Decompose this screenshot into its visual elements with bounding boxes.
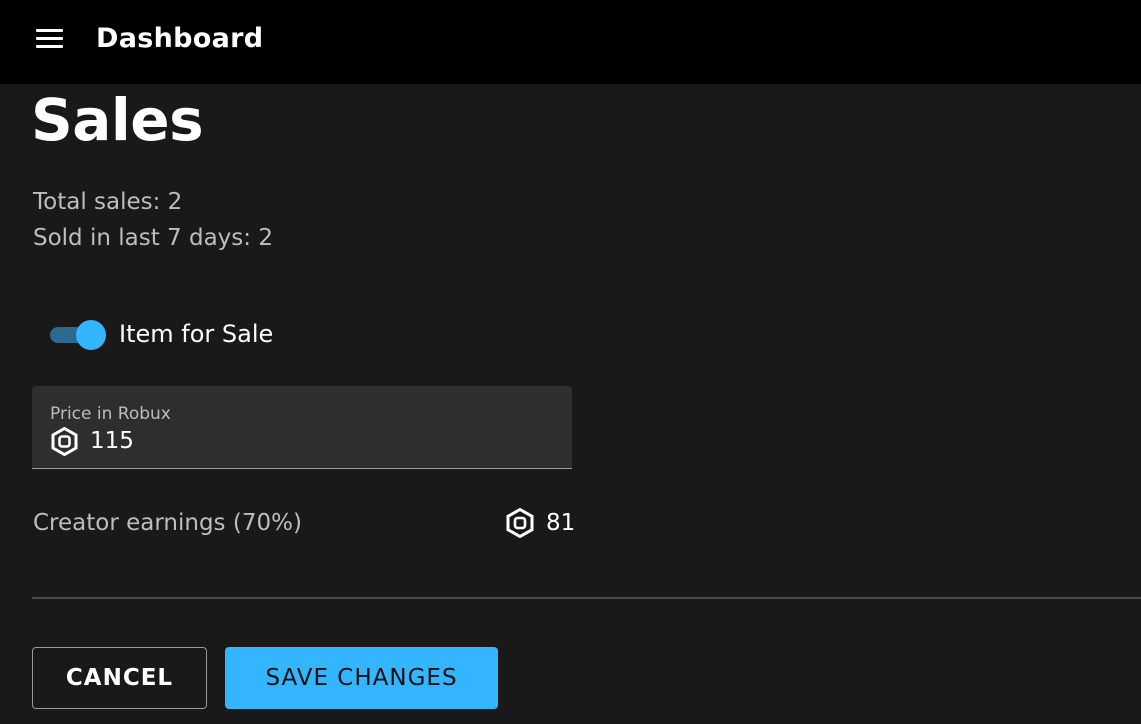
robux-icon xyxy=(51,427,78,456)
total-sales-text: Total sales: 2 xyxy=(33,189,183,215)
toggle-thumb xyxy=(76,320,106,350)
creator-earnings-value: 81 xyxy=(546,510,576,536)
top-bar: Dashboard xyxy=(0,0,1141,84)
item-for-sale-toggle[interactable] xyxy=(50,319,108,350)
sold-last-7-days-text: Sold in last 7 days: 2 xyxy=(33,225,273,251)
page-title: Sales xyxy=(31,86,204,154)
price-input-field[interactable]: Price in Robux 115 xyxy=(32,386,572,469)
dashboard-title[interactable]: Dashboard xyxy=(96,22,263,56)
price-field-label: Price in Robux xyxy=(50,404,171,424)
save-changes-button[interactable]: SAVE CHANGES xyxy=(225,647,498,709)
robux-icon xyxy=(506,508,534,538)
price-input-value[interactable]: 115 xyxy=(90,426,134,456)
item-for-sale-label: Item for Sale xyxy=(119,320,274,348)
creator-earnings-label: Creator earnings (70%) xyxy=(33,510,302,536)
section-divider xyxy=(32,597,1141,599)
cancel-button[interactable]: CANCEL xyxy=(32,647,207,709)
hamburger-menu-icon[interactable] xyxy=(35,27,65,51)
